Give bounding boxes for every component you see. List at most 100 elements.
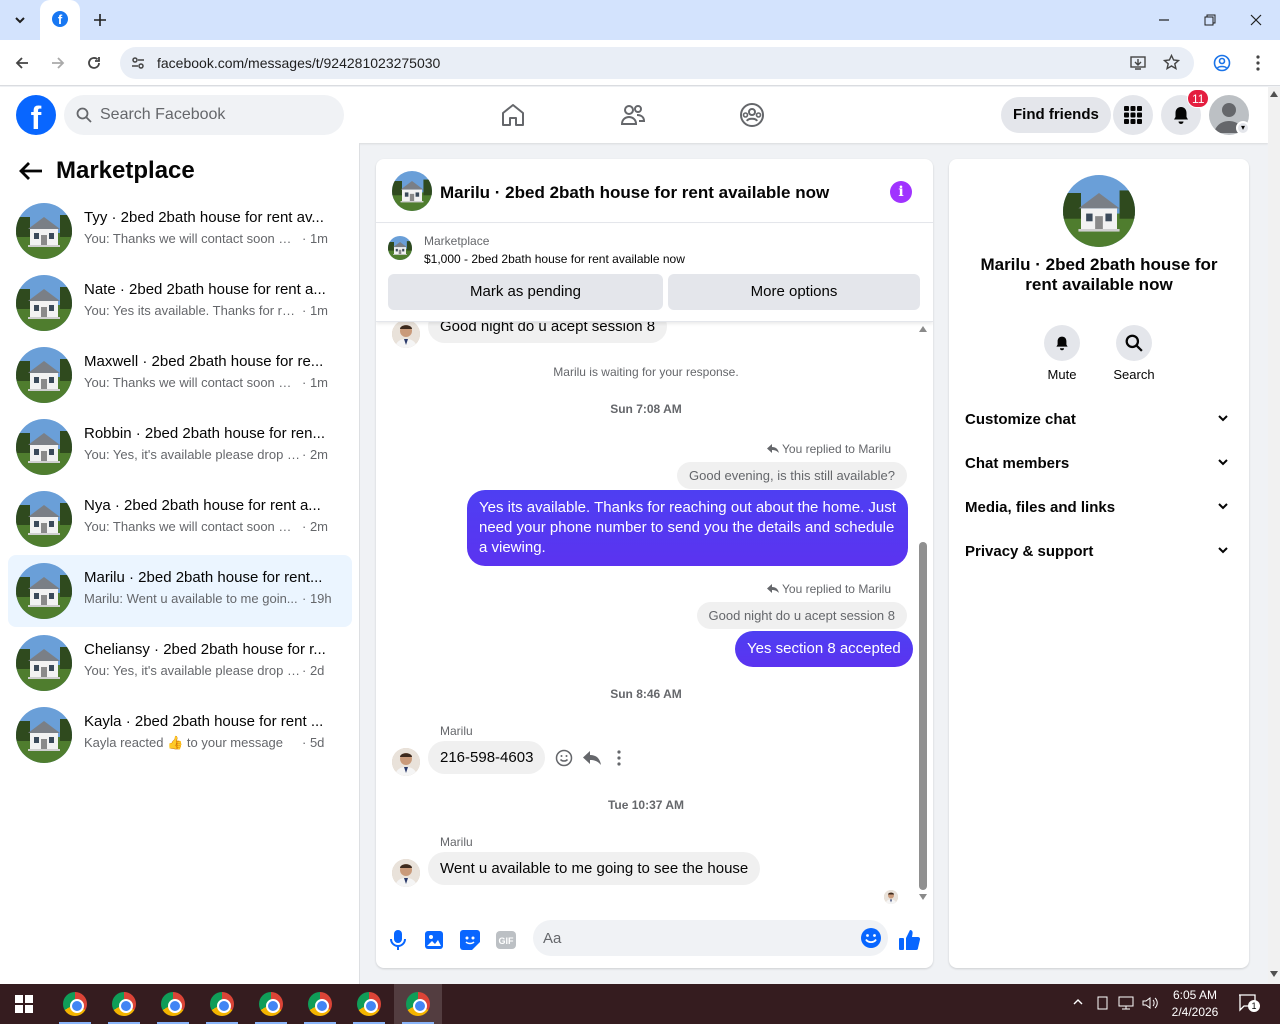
- page-scrollbar[interactable]: [1268, 87, 1280, 984]
- conversation-item[interactable]: Cheliansy · 2bed 2bath house for r... You…: [8, 627, 352, 699]
- forward-button[interactable]: [45, 50, 71, 76]
- minimize-button[interactable]: [1152, 8, 1176, 32]
- info-icon[interactable]: i: [890, 181, 912, 203]
- person-photo-icon: [884, 890, 898, 904]
- conversation-item[interactable]: Maxwell · 2bed 2bath house for re... You:…: [8, 339, 352, 411]
- conversation-item[interactable]: Kayla · 2bed 2bath house for rent ... Kay…: [8, 699, 352, 771]
- attach-photo-button[interactable]: [422, 928, 446, 952]
- conversation-preview: You: Thanks we will contact soon wit...: [84, 375, 300, 390]
- more-options-button[interactable]: More options: [668, 274, 920, 310]
- restore-button[interactable]: [1198, 8, 1222, 32]
- conversation-preview: You: Thanks we will contact soon wit...: [84, 231, 300, 246]
- details-avatar[interactable]: [1063, 175, 1135, 247]
- message-input[interactable]: [543, 920, 843, 956]
- home-nav[interactable]: [497, 99, 529, 131]
- send-like-button[interactable]: [898, 928, 922, 952]
- taskbar-chrome-5[interactable]: [247, 984, 295, 1024]
- reply-icon[interactable]: [583, 750, 601, 766]
- chrome-icon: [210, 992, 234, 1016]
- sender-avatar[interactable]: [392, 859, 420, 887]
- search-box[interactable]: [64, 95, 344, 135]
- tab-search-button[interactable]: [8, 8, 32, 32]
- back-button[interactable]: [9, 50, 35, 76]
- taskbar-chrome-3[interactable]: [149, 984, 197, 1024]
- facebook-logo[interactable]: f: [16, 95, 56, 135]
- bookmark-star-icon[interactable]: [1163, 54, 1180, 71]
- search-input[interactable]: [100, 95, 330, 135]
- conversation-time: · 2d: [302, 663, 325, 678]
- taskbar-chrome-4[interactable]: [198, 984, 246, 1024]
- message-input-box[interactable]: [533, 920, 888, 956]
- show-hidden-icons-chevron[interactable]: [1072, 996, 1084, 1011]
- taskbar-chrome-7[interactable]: [345, 984, 393, 1024]
- friends-nav[interactable]: [617, 99, 649, 131]
- emoji-icon[interactable]: [860, 927, 882, 949]
- new-tab-button[interactable]: [88, 8, 112, 32]
- message-composer: GIF: [376, 914, 933, 968]
- quoted-message[interactable]: Good evening, is this still available?: [677, 462, 907, 489]
- mute-label: Mute: [1047, 367, 1077, 382]
- conversation-time: · 2m: [302, 447, 328, 462]
- quoted-message[interactable]: Good night do u acept session 8: [696, 602, 907, 629]
- start-button[interactable]: [0, 984, 48, 1024]
- voice-clip-button[interactable]: [386, 928, 410, 952]
- privacy-support-section[interactable]: Privacy & support: [957, 530, 1241, 574]
- reply-indicator: You replied to Marilu: [767, 442, 891, 456]
- search-action[interactable]: Search: [1104, 325, 1164, 382]
- taskbar-chrome-2[interactable]: [100, 984, 148, 1024]
- network-icon[interactable]: [1118, 996, 1134, 1013]
- taskbar-chrome-8[interactable]: [394, 984, 442, 1024]
- chrome-profile-button[interactable]: [1209, 50, 1235, 76]
- conversation-item[interactable]: Nate · 2bed 2bath house for rent a... You…: [8, 267, 352, 339]
- timestamp: Sun 8:46 AM: [610, 687, 682, 701]
- house-photo-icon: [1063, 175, 1135, 247]
- sender-avatar[interactable]: [392, 748, 420, 776]
- action-center-button[interactable]: 1: [1238, 994, 1260, 1015]
- house-photo-icon: [16, 635, 72, 691]
- device-icon[interactable]: [1096, 996, 1110, 1013]
- account-chevron-icon[interactable]: ▾: [1236, 121, 1250, 135]
- conversation-avatar: [16, 419, 72, 475]
- conversation-item[interactable]: Nya · 2bed 2bath house for rent a... You:…: [8, 483, 352, 555]
- thumbs-up-icon: [899, 930, 921, 950]
- conversation-avatar: [16, 563, 72, 619]
- browser-tab[interactable]: f: [40, 0, 80, 40]
- listing-label: Marketplace: [424, 234, 490, 248]
- groups-nav[interactable]: [736, 99, 768, 131]
- more-vertical-icon[interactable]: [617, 750, 621, 766]
- chrome-menu-button[interactable]: [1245, 50, 1271, 76]
- menu-button[interactable]: [1113, 95, 1153, 135]
- system-clock[interactable]: 6:05 AM 2/4/2026: [1166, 987, 1224, 1021]
- react-emoji-icon[interactable]: [555, 749, 573, 767]
- back-arrow-button[interactable]: [18, 159, 44, 188]
- conversation-item[interactable]: Robbin · 2bed 2bath house for ren... You:…: [8, 411, 352, 483]
- chat-members-section[interactable]: Chat members: [957, 442, 1241, 486]
- chat-title[interactable]: Marilu · 2bed 2bath house for rent avail…: [440, 183, 829, 203]
- chevron-down-icon: [1218, 547, 1228, 554]
- speaker-icon: [1142, 997, 1158, 1009]
- facebook-icon: f: [52, 11, 68, 27]
- install-app-icon[interactable]: [1130, 55, 1146, 71]
- taskbar-chrome-6[interactable]: [296, 984, 344, 1024]
- taskbar-chrome-1[interactable]: [51, 984, 99, 1024]
- conversation-item[interactable]: Tyy · 2bed 2bath house for rent av... You…: [8, 195, 352, 267]
- listing-title[interactable]: $1,000 - 2bed 2bath house for rent avail…: [424, 252, 685, 266]
- reload-button[interactable]: [81, 50, 107, 76]
- chat-scroll-thumb[interactable]: [919, 542, 927, 890]
- notification-count-badge: 11: [1187, 89, 1210, 108]
- conversation-item[interactable]: Marilu · 2bed 2bath house for rent... Mar…: [8, 555, 352, 627]
- close-window-button[interactable]: [1244, 8, 1268, 32]
- browser-toolbar: facebook.com/messages/t/924281023275030: [0, 40, 1280, 86]
- chat-avatar[interactable]: [392, 171, 432, 211]
- mute-action[interactable]: Mute: [1032, 325, 1092, 382]
- listing-thumbnail[interactable]: [388, 236, 412, 260]
- mark-as-pending-button[interactable]: Mark as pending: [388, 274, 663, 310]
- find-friends-button[interactable]: Find friends: [1001, 97, 1111, 133]
- media-files-links-section[interactable]: Media, files and links: [957, 486, 1241, 530]
- account-circle-icon: [1213, 54, 1231, 72]
- address-bar[interactable]: facebook.com/messages/t/924281023275030: [120, 47, 1194, 79]
- volume-icon[interactable]: [1142, 996, 1158, 1013]
- gif-button[interactable]: GIF: [494, 928, 518, 952]
- sticker-button[interactable]: [458, 928, 482, 952]
- customize-chat-section[interactable]: Customize chat: [957, 398, 1241, 442]
